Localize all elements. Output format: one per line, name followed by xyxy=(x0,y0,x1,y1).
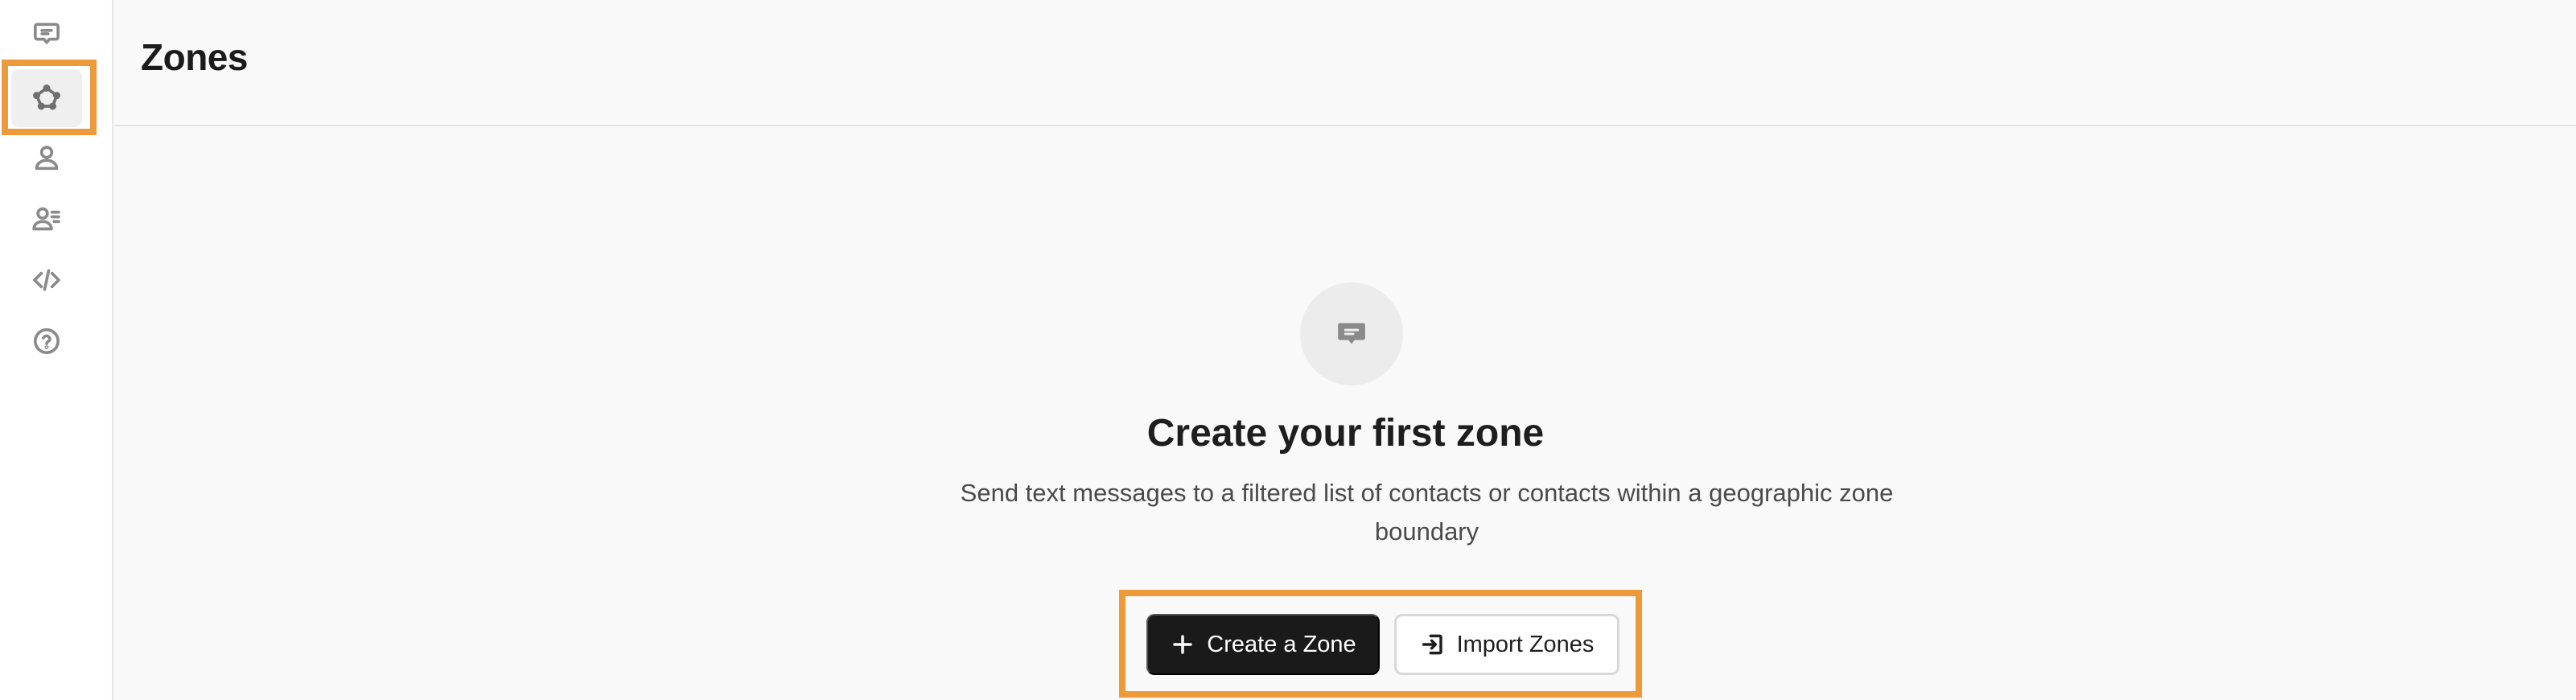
create-zone-button[interactable]: Create a Zone xyxy=(1146,614,1380,675)
help-circle-icon xyxy=(34,328,60,354)
sidebar-item-zones[interactable] xyxy=(11,69,82,127)
polygon-zone-icon xyxy=(33,84,60,110)
import-icon xyxy=(1422,634,1442,655)
import-zones-button[interactable]: Import Zones xyxy=(1394,614,1619,675)
import-zones-label: Import Zones xyxy=(1456,631,1595,657)
sidebar-item-developer[interactable] xyxy=(11,251,82,309)
message-icon xyxy=(1338,323,1365,344)
empty-state-actions: Create a Zone Import Zones xyxy=(1119,590,1642,698)
sidebar-item-messages[interactable] xyxy=(11,5,82,63)
sidebar-item-contacts-list[interactable] xyxy=(11,190,82,248)
empty-state-description: Send text messages to a filtered list of… xyxy=(960,479,1894,546)
sidebar-item-contact[interactable] xyxy=(11,129,82,187)
user-list-icon xyxy=(32,207,60,231)
empty-state: Create your first zone Send text message… xyxy=(115,128,2576,700)
user-icon xyxy=(35,146,59,171)
sidebar xyxy=(0,0,113,700)
code-icon xyxy=(33,269,60,291)
page-title: Zones xyxy=(141,36,248,78)
app-window: Zones Create your first zone Send text m… xyxy=(0,0,2576,700)
create-zone-label: Create a Zone xyxy=(1207,631,1356,657)
sidebar-item-help[interactable] xyxy=(11,312,82,370)
empty-state-icon-badge xyxy=(1300,282,1403,385)
plus-icon xyxy=(1173,635,1193,654)
empty-state-title: Create your first zone xyxy=(1146,412,1545,455)
page-header: Zones xyxy=(115,0,2576,126)
message-icon xyxy=(34,23,60,44)
